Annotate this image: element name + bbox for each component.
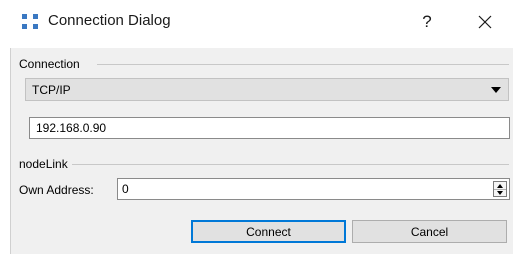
cancel-button[interactable]: Cancel	[352, 220, 507, 243]
window-title: Connection Dialog	[48, 12, 171, 29]
connection-type-select[interactable]: TCP/IP	[25, 78, 509, 101]
connection-group-label: Connection	[19, 57, 84, 71]
dropdown-arrow-icon	[491, 87, 501, 93]
arrow-up-icon	[497, 183, 503, 188]
connection-group-divider	[97, 64, 509, 65]
address-input[interactable]	[29, 117, 510, 139]
nodelink-group-label: nodeLink	[19, 157, 72, 171]
dialog-body: Connection TCP/IP nodeLink Own Address: …	[10, 48, 513, 254]
title-bar[interactable]: Connection Dialog ?	[0, 0, 513, 44]
connect-button[interactable]: Connect	[191, 220, 346, 243]
spin-down-button[interactable]	[494, 189, 506, 196]
connection-dialog-window: Connection Dialog ? Connection TCP/IP no…	[0, 0, 513, 254]
help-button[interactable]: ?	[404, 4, 450, 40]
own-address-spinbox[interactable]: 0	[117, 178, 510, 200]
arrow-down-icon	[497, 190, 503, 195]
own-address-value: 0	[122, 182, 129, 196]
close-button[interactable]	[462, 4, 508, 40]
connection-type-value: TCP/IP	[32, 83, 71, 97]
nodelink-group-divider	[71, 164, 509, 165]
spin-buttons	[493, 181, 507, 197]
app-icon	[22, 14, 40, 30]
close-icon	[478, 15, 492, 29]
own-address-label: Own Address:	[19, 183, 94, 197]
